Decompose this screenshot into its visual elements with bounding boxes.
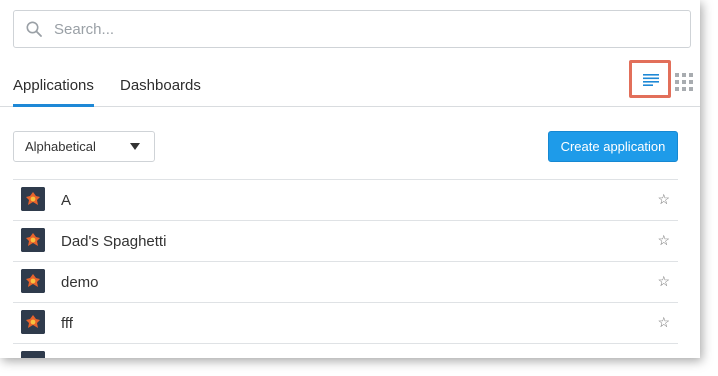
app-list-panel: Applications Dashboards Alphabetical Cre…: [0, 0, 700, 358]
search-box: [13, 10, 691, 48]
search-icon: [26, 21, 42, 37]
list-view-button[interactable]: [629, 60, 671, 98]
list-item[interactable]: fff ☆: [13, 303, 678, 344]
star-icon[interactable]: ☆: [657, 191, 670, 208]
app-icon: [21, 269, 45, 293]
app-name: fff: [61, 315, 73, 332]
sort-dropdown[interactable]: Alphabetical: [13, 131, 155, 162]
list-item[interactable]: demo ☆: [13, 262, 678, 303]
star-icon[interactable]: ☆: [657, 232, 670, 249]
list-view-icon: [643, 74, 659, 86]
search-input[interactable]: [54, 11, 654, 47]
list-item[interactable]: Dad's Spaghetti ☆: [13, 221, 678, 262]
app-icon: [21, 187, 45, 211]
tab-applications[interactable]: Applications: [13, 77, 94, 107]
app-icon: [21, 351, 45, 358]
grid-view-icon[interactable]: [675, 73, 693, 91]
list-item[interactable]: A ☆: [13, 180, 678, 221]
sort-dropdown-value: Alphabetical: [25, 139, 96, 154]
star-icon[interactable]: ☆: [657, 314, 670, 331]
application-list: A ☆ Dad's Spaghetti ☆ demo ☆ fff ☆: [13, 179, 678, 358]
list-item[interactable]: [13, 344, 678, 358]
caret-down-icon: [130, 143, 140, 150]
app-icon: [21, 310, 45, 334]
create-application-button[interactable]: Create application: [548, 131, 678, 162]
app-name: demo: [61, 274, 99, 291]
app-name: A: [61, 192, 72, 209]
star-icon[interactable]: ☆: [657, 273, 670, 290]
tab-dashboards[interactable]: Dashboards: [120, 77, 201, 104]
app-name: Dad's Spaghetti: [61, 233, 167, 250]
tab-bar: Applications Dashboards: [0, 60, 700, 107]
app-icon: [21, 228, 45, 252]
